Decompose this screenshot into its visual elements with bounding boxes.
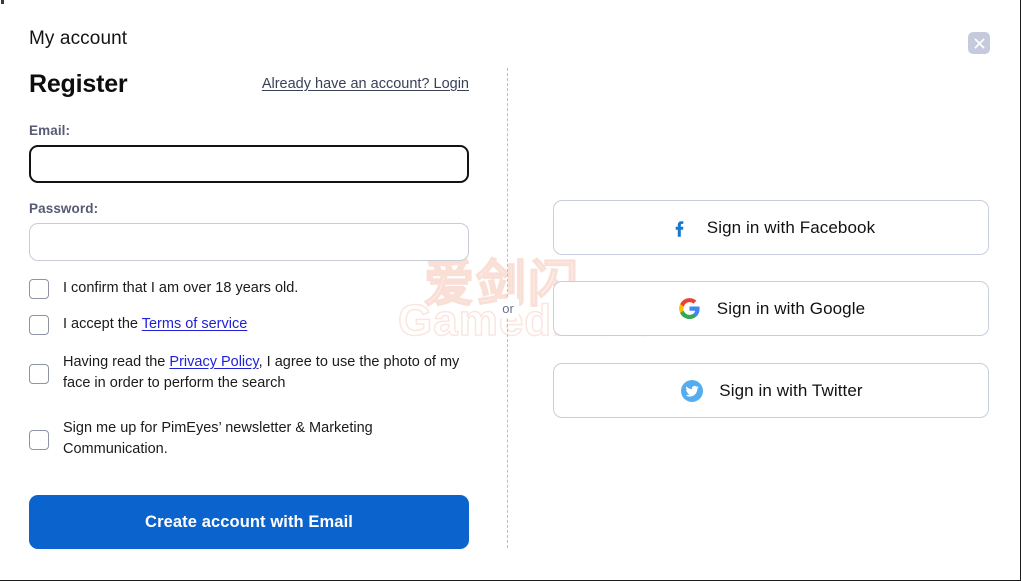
password-label: Password: [29,201,99,216]
register-modal: 爱剑闪 Gamedivert My account Register Alrea… [0,0,1021,581]
twitter-icon [679,378,705,404]
consent-row-age: I confirm that I am over 18 years old. [29,278,475,299]
page-title: My account [29,28,128,49]
consent-row-privacy: Having read the Privacy Policy, I agree … [29,352,475,394]
checkbox-terms[interactable] [29,315,49,335]
facebook-icon [667,215,693,241]
consent-label-newsletter[interactable]: Sign me up for PimEyes’ newsletter & Mar… [63,418,475,460]
login-link[interactable]: Already have an account? Login [262,76,469,92]
google-icon [677,296,703,322]
consent-text-newsletter: Sign me up for PimEyes’ newsletter & Mar… [63,420,373,457]
consent-row-terms: I accept the Terms of service [29,314,475,335]
checkbox-age[interactable] [29,279,49,299]
consent-row-newsletter: Sign me up for PimEyes’ newsletter & Mar… [29,418,475,460]
register-heading: Register [29,70,128,98]
close-button[interactable] [968,32,990,54]
consent-label-privacy[interactable]: Having read the Privacy Policy, I agree … [63,352,475,394]
create-account-button[interactable]: Create account with Email [29,495,469,549]
email-input[interactable] [29,145,469,183]
google-signin-button[interactable]: Sign in with Google [553,281,989,336]
google-signin-label: Sign in with Google [716,298,866,318]
consent-label-terms[interactable]: I accept the Terms of service [63,314,247,335]
consent-text-terms: I accept the [63,316,142,332]
window-corner-mark [1,0,4,4]
twitter-signin-label: Sign in with Twitter [719,380,863,400]
register-form-panel: Register Already have an account? Login … [0,0,507,580]
close-icon [974,38,985,49]
checkbox-privacy[interactable] [29,364,49,384]
consent-text-age: I confirm that I am over 18 years old. [63,280,299,296]
email-label: Email: [29,123,71,138]
facebook-signin-button[interactable]: Sign in with Facebook [553,200,989,255]
facebook-signin-label: Sign in with Facebook [706,217,876,237]
password-input[interactable] [29,223,469,261]
privacy-policy-link[interactable]: Privacy Policy [169,354,258,370]
divider-label: or [497,299,519,318]
twitter-signin-button[interactable]: Sign in with Twitter [553,363,989,418]
terms-of-service-link[interactable]: Terms of service [142,316,248,332]
checkbox-newsletter[interactable] [29,430,49,450]
consent-label-age[interactable]: I confirm that I am over 18 years old. [63,278,298,299]
consent-text-privacy-before: Having read the [63,354,170,370]
